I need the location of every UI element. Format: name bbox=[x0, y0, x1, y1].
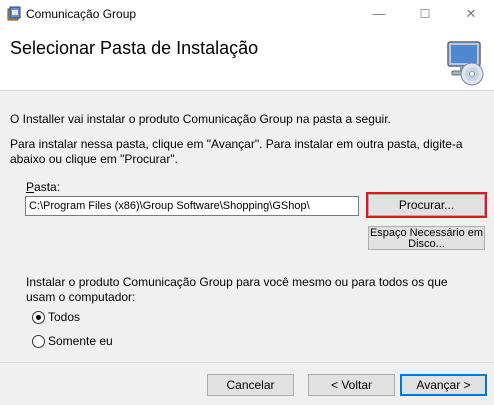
computer-cd-icon bbox=[447, 41, 484, 86]
minimize-button[interactable]: — bbox=[356, 0, 402, 28]
folder-label-text: asta: bbox=[34, 180, 61, 194]
title-bar: Comunicação Group — ☐ ✕ bbox=[0, 0, 494, 28]
window-title: Comunicação Group bbox=[26, 7, 137, 21]
disk-cost-button[interactable]: Espaço Necessário em Disco... bbox=[368, 226, 485, 250]
dialog-header: Selecionar Pasta de Instalação bbox=[0, 28, 494, 91]
radio-everyone-label[interactable]: Todos bbox=[48, 310, 80, 324]
disk-cost-label-line2: Disco... bbox=[408, 238, 445, 250]
maximize-button[interactable]: ☐ bbox=[402, 0, 448, 28]
folder-path-input[interactable]: C:\Program Files (x86)\Group Software\Sh… bbox=[25, 196, 359, 216]
intro-text: O Installer vai instalar o produto Comun… bbox=[10, 112, 391, 126]
page-title: Selecionar Pasta de Instalação bbox=[10, 38, 259, 58]
browse-button[interactable]: Procurar... bbox=[366, 192, 487, 218]
radio-just-me-label[interactable]: Somente eu bbox=[48, 334, 113, 348]
install-for-prompt: Instalar o produto Comunicação Group par… bbox=[26, 275, 448, 304]
cancel-button[interactable]: Cancelar bbox=[207, 374, 294, 396]
instructions-text: Para instalar nessa pasta, clique em "Av… bbox=[10, 137, 463, 166]
radio-just-me-control[interactable] bbox=[32, 335, 45, 348]
close-button[interactable]: ✕ bbox=[448, 0, 494, 28]
installer-app-icon bbox=[7, 6, 21, 21]
footer-divider bbox=[0, 362, 494, 363]
folder-label: Pasta: bbox=[26, 180, 60, 194]
folder-label-accesskey: P bbox=[26, 180, 35, 194]
next-button[interactable]: Avançar > bbox=[400, 374, 487, 396]
radio-everyone-control[interactable] bbox=[32, 311, 45, 324]
back-button[interactable]: < Voltar bbox=[308, 374, 395, 396]
